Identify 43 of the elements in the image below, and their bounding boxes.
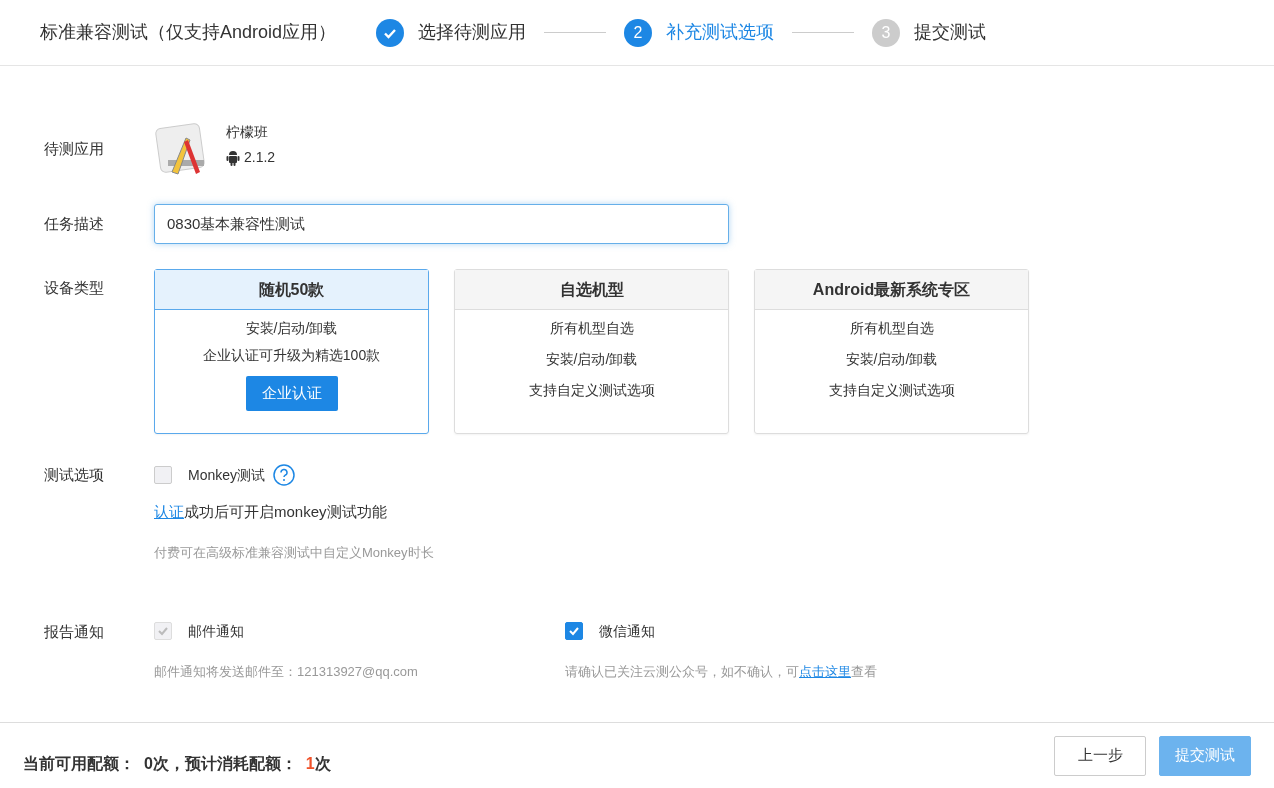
card-text: 企业认证可升级为精选100款 <box>202 346 381 365</box>
card-text: 安装/启动/卸载 <box>245 319 338 338</box>
task-input-field[interactable]: 0830基本兼容性测试 <box>154 204 729 244</box>
card-title: 随机50款 <box>155 270 428 310</box>
auth-note: 认证成功后可开启monkey测试功能 <box>154 501 388 522</box>
help-icon[interactable] <box>273 464 296 487</box>
field-label: 设备类型 <box>44 278 105 298</box>
card-title: 自选机型 <box>455 270 728 310</box>
step-label[interactable]: 选择待测应用 <box>418 19 527 46</box>
field-label: 任务描述 <box>44 213 105 234</box>
field-label: 待测应用 <box>44 139 105 159</box>
card-text: 所有机型自选 <box>549 319 634 338</box>
device-type-card[interactable]: Android最新系统专区 所有机型自选 安装/启动/卸载 支持自定义测试选项 <box>754 269 1029 434</box>
card-text: 所有机型自选 <box>849 319 934 338</box>
card-text: 支持自定义测试选项 <box>528 381 655 400</box>
step-label[interactable]: 提交测试 <box>914 19 987 46</box>
app-name: 柠檬班 <box>226 123 269 142</box>
checkbox-label: Monkey测试 <box>188 465 266 485</box>
card-text: 安装/启动/卸载 <box>545 350 638 369</box>
card-text: 安装/启动/卸载 <box>845 350 938 369</box>
quota-text: 当前可用配额： 0次，预计消耗配额： 1次 <box>23 753 331 774</box>
app-version: 2.1.2 <box>244 148 276 167</box>
device-type-card[interactable]: 随机50款 安装/启动/卸载 企业认证可升级为精选100款 企业认证 <box>154 269 429 434</box>
page-title: 标准兼容测试（仅支持Android应用） <box>40 21 337 44</box>
step-label[interactable]: 补充测试选项 <box>666 19 775 46</box>
card-title: Android最新系统专区 <box>755 270 1028 310</box>
hint-text: 邮件通知将发送邮件至：121313927@qq.com <box>154 662 419 681</box>
view-link[interactable]: 点击这里 <box>799 663 851 679</box>
verify-link[interactable]: 认证 <box>154 502 184 520</box>
check-icon <box>568 625 580 637</box>
field-label: 测试选项 <box>44 465 105 485</box>
back-button[interactable]: 上一步 <box>1054 735 1146 776</box>
field-label: 报告通知 <box>44 621 105 642</box>
step-number: 2 <box>624 18 653 47</box>
checkbox-label: 微信通知 <box>599 621 655 641</box>
verify-button[interactable]: 企业认证 <box>245 376 338 411</box>
device-type-card[interactable]: 自选机型 所有机型自选 安装/启动/卸载 支持自定义测试选项 <box>454 269 729 434</box>
checkbox-label: 邮件通知 <box>188 621 244 641</box>
hint-text: 付费可在高级标准兼容测试中自定义Monkey时长 <box>154 544 435 562</box>
checkbox[interactable] <box>565 622 583 640</box>
android-icon <box>226 149 240 166</box>
card-text: 支持自定义测试选项 <box>828 381 955 400</box>
hint-text: 请确认已关注云测公众号，如不确认，可点击这里查看 <box>565 662 878 681</box>
